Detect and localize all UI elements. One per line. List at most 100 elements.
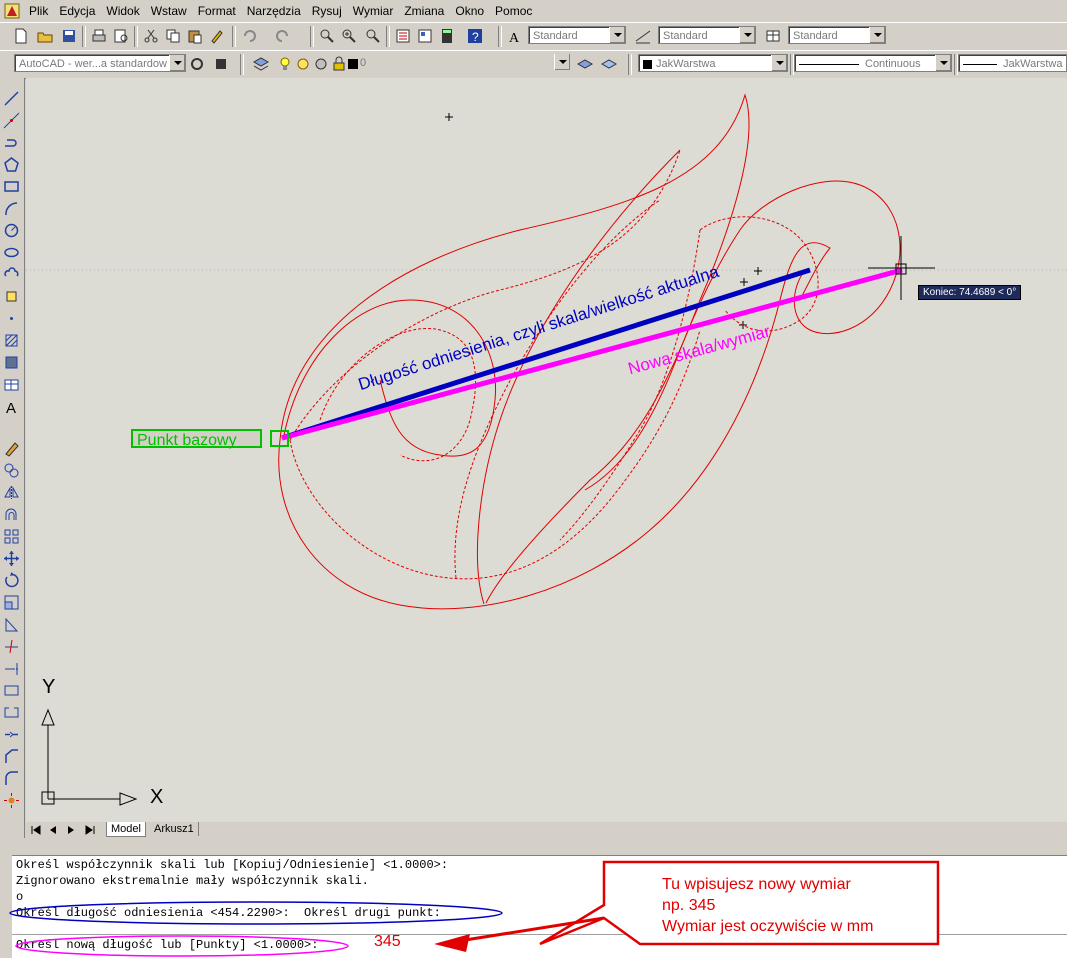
break-at-point-icon[interactable]: [3, 682, 20, 699]
rectangle-icon[interactable]: [3, 178, 20, 195]
offset-icon[interactable]: [3, 506, 20, 523]
new-file-icon[interactable]: [12, 27, 30, 45]
print-icon[interactable]: [90, 27, 108, 45]
calculator-icon[interactable]: [438, 27, 456, 45]
tab-navigation-arrows[interactable]: [28, 824, 98, 836]
color-select[interactable]: JakWarstwa: [638, 54, 788, 72]
menu-format[interactable]: Format: [193, 4, 242, 18]
paste-icon[interactable]: [186, 27, 204, 45]
menu-wstaw[interactable]: Wstaw: [146, 4, 193, 18]
svg-text:?: ?: [472, 30, 479, 44]
menu-okno[interactable]: Okno: [450, 4, 490, 18]
menu-zmiana[interactable]: Zmiana: [399, 4, 450, 18]
zoom-realtime-icon[interactable]: [340, 27, 358, 45]
workspace-settings-icon[interactable]: [188, 55, 206, 73]
copy-icon[interactable]: [164, 27, 182, 45]
menu-narzedzia[interactable]: Narzędzia: [242, 4, 307, 18]
workspace-save-icon[interactable]: [212, 55, 230, 73]
workspace-select[interactable]: AutoCAD - wer...a standardow: [14, 54, 186, 72]
properties-icon[interactable]: [394, 27, 412, 45]
scale-icon[interactable]: [3, 594, 20, 611]
fillet-icon[interactable]: [3, 770, 20, 787]
menu-edycja[interactable]: Edycja: [54, 4, 101, 18]
text-style-value: Standard: [533, 30, 578, 42]
hatch-icon[interactable]: [3, 332, 20, 349]
print-preview-icon[interactable]: [112, 27, 130, 45]
coordinate-tooltip: Koniec: 74.4689 < 0°: [918, 285, 1022, 300]
chamfer-icon[interactable]: [3, 748, 20, 765]
menu-rysuj[interactable]: Rysuj: [307, 4, 348, 18]
array-icon[interactable]: [3, 528, 20, 545]
extend-icon[interactable]: [3, 660, 20, 677]
menu-bar: Plik Edycja Widok Wstaw Format Narzędzia…: [0, 0, 1067, 22]
polygon-icon[interactable]: [3, 156, 20, 173]
layer-previous-icon[interactable]: [600, 55, 618, 73]
chevron-down-icon[interactable]: [869, 27, 885, 43]
polyline-icon[interactable]: [3, 134, 20, 151]
chevron-down-icon[interactable]: [169, 55, 185, 71]
circle-icon[interactable]: [3, 222, 20, 239]
explode-icon[interactable]: [3, 792, 20, 809]
make-current-layer-icon[interactable]: [576, 55, 594, 73]
design-center-icon[interactable]: [416, 27, 434, 45]
drawing-canvas[interactable]: Długość odniesienia, czyli skala/wielkoś…: [26, 78, 1067, 822]
point-icon[interactable]: [3, 310, 20, 327]
tab-arkusz1[interactable]: Arkusz1: [150, 822, 199, 836]
revision-cloud-icon[interactable]: [3, 266, 20, 283]
dim-style-select[interactable]: Standard: [658, 26, 756, 44]
command-history-line-2: Zignorowano ekstremalnie mały współczynn…: [16, 874, 369, 888]
chevron-down-icon[interactable]: [935, 55, 951, 71]
erase-icon[interactable]: [3, 440, 20, 457]
save-icon[interactable]: [60, 27, 78, 45]
tab-model[interactable]: Model: [106, 822, 146, 837]
menu-widok[interactable]: Widok: [101, 4, 145, 18]
line-icon[interactable]: [3, 90, 20, 107]
copy-object-icon[interactable]: [3, 462, 20, 479]
table-style-select[interactable]: Standard: [788, 26, 886, 44]
table-style-icon[interactable]: [764, 27, 782, 45]
chevron-down-icon[interactable]: [554, 54, 570, 70]
pan-icon[interactable]: [318, 27, 336, 45]
text-style-select[interactable]: Standard: [528, 26, 626, 44]
chevron-down-icon[interactable]: [739, 27, 755, 43]
command-prompt[interactable]: Określ nową długość lub [Punkty] <1.0000…: [16, 938, 318, 952]
color-swatch: [643, 59, 652, 69]
construction-line-icon[interactable]: [3, 112, 20, 129]
zoom-previous-icon[interactable]: [364, 27, 382, 45]
chevron-down-icon[interactable]: [609, 27, 625, 43]
table-icon[interactable]: [3, 376, 20, 393]
arc-icon[interactable]: [3, 200, 20, 217]
text-style-icon[interactable]: A: [506, 27, 524, 45]
ellipse-icon[interactable]: [3, 244, 20, 261]
cut-icon[interactable]: [142, 27, 160, 45]
workspace-value: AutoCAD - wer...a standardow: [19, 58, 167, 70]
rotate-icon[interactable]: [3, 572, 20, 589]
base-point-label: Punkt bazowy: [131, 429, 262, 449]
layer-select[interactable]: 0: [252, 54, 570, 72]
menu-wymiar[interactable]: Wymiar: [348, 4, 400, 18]
menu-plik[interactable]: Plik: [24, 4, 54, 18]
help-icon[interactable]: ?: [466, 27, 484, 45]
dim-style-value: Standard: [663, 30, 708, 42]
callout-line-3: Wymiar jest oczywiście w mm: [662, 918, 874, 935]
stretch-icon[interactable]: [3, 616, 20, 633]
lineweight-select[interactable]: JakWarstwa: [958, 54, 1067, 72]
dim-style-icon[interactable]: [634, 27, 652, 45]
gradient-icon[interactable]: [3, 354, 20, 371]
multiline-text-icon[interactable]: A: [3, 398, 20, 415]
move-icon[interactable]: [3, 550, 20, 567]
autocad-app-icon[interactable]: [4, 3, 20, 19]
command-window[interactable]: Określ współczynnik skali lub [Kopiuj/Od…: [12, 855, 1067, 958]
join-icon[interactable]: [3, 726, 20, 743]
chevron-down-icon[interactable]: [771, 55, 787, 71]
break-icon[interactable]: [3, 704, 20, 721]
menu-pomoc[interactable]: Pomoc: [490, 4, 538, 18]
linetype-select[interactable]: Continuous: [794, 54, 952, 72]
undo-icon[interactable]: [240, 27, 258, 45]
open-file-icon[interactable]: [36, 27, 54, 45]
match-properties-icon[interactable]: [208, 27, 226, 45]
mirror-icon[interactable]: [3, 484, 20, 501]
insert-block-icon[interactable]: [3, 288, 20, 305]
trim-icon[interactable]: [3, 638, 20, 655]
redo-icon[interactable]: [274, 27, 292, 45]
